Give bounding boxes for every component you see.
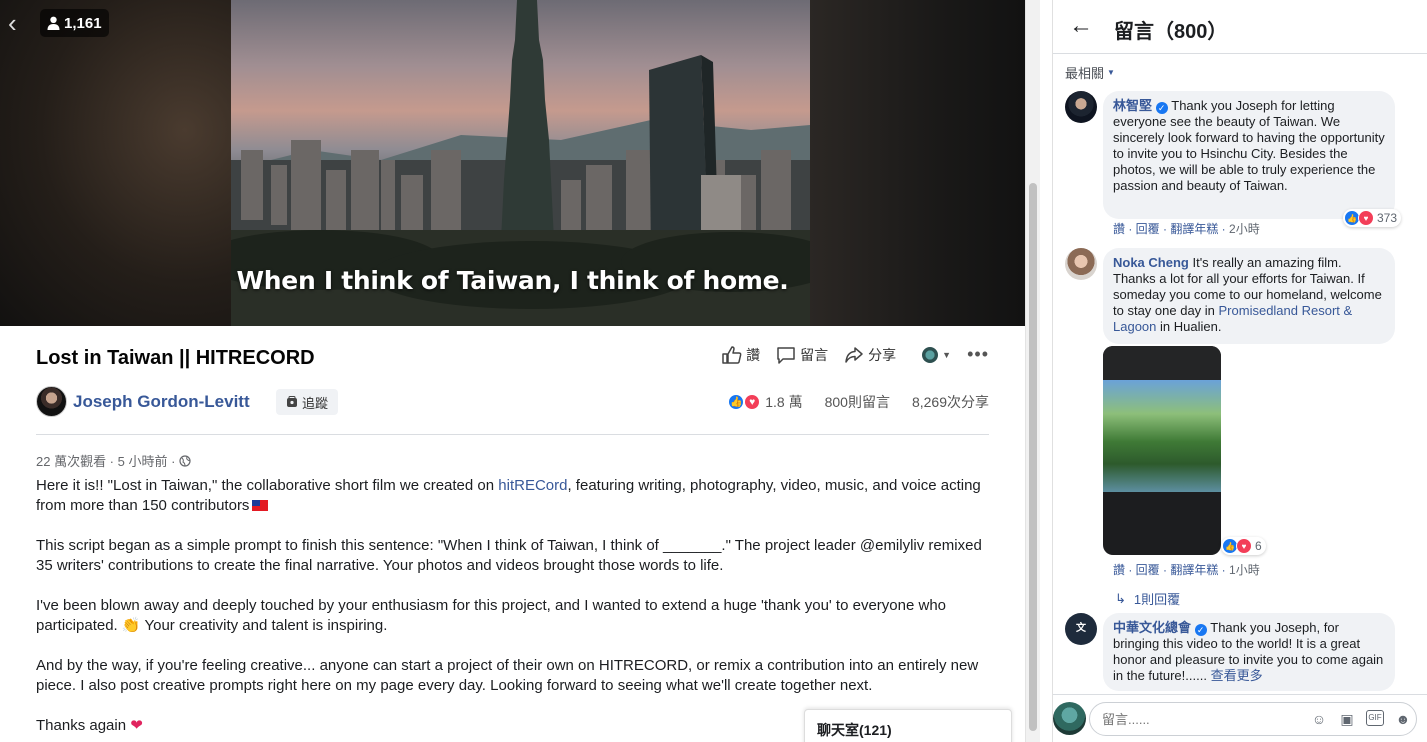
desc-p3-text-b: Your creativity and talent is inspiring. [140, 617, 388, 634]
desc-p5-text: Thanks again [36, 717, 127, 734]
share-button[interactable]: 分享 [844, 345, 896, 365]
comment-actions: 讚 · 回覆 · 翻譯年糕 · 1小時 [1113, 561, 1260, 578]
desc-p1-text-a: Here it is!! "Lost in Taiwan," the colla… [36, 477, 499, 494]
divider [36, 434, 989, 435]
hitrecord-link[interactable]: hitRECord [498, 477, 567, 494]
gif-icon[interactable]: GIF [1366, 710, 1384, 726]
current-user-avatar[interactable] [1053, 702, 1086, 735]
comment-text-b: in Hualien. [1156, 319, 1222, 334]
person-icon [47, 16, 60, 30]
live-viewer-badge: 1,161 [40, 9, 109, 37]
commenter-name[interactable]: 林智堅 [1113, 98, 1152, 113]
thumbs-up-icon [722, 345, 742, 364]
shares-count-link[interactable]: 8,269次分享 [912, 392, 989, 412]
views-meta: 22 萬次觀看 · 5 小時前 · [36, 451, 192, 470]
comment-reaction-count: 6 [1255, 539, 1262, 553]
video-caption: When I think of Taiwan, I think of home. [236, 266, 789, 295]
like-label: 讚 [746, 346, 761, 363]
clapping-hands-emoji: 👏 [121, 617, 141, 634]
video-title: Lost in Taiwan || HITRECORD [36, 347, 315, 369]
red-heart-emoji: ❤ [130, 717, 143, 734]
desc-paragraph-2: This script began as a simple prompt to … [36, 537, 982, 574]
author-name[interactable]: Joseph Gordon-Levitt [73, 392, 250, 412]
comment-reactions[interactable]: 👍 ♥ 373 [1343, 209, 1402, 227]
camera-icon[interactable]: ▣ [1338, 710, 1356, 728]
comment-sort-dropdown[interactable]: 最相關 ▼ [1065, 63, 1115, 82]
follow-icon [287, 396, 297, 407]
sort-label: 最相關 [1065, 66, 1105, 81]
follow-button[interactable]: 追蹤 [276, 389, 339, 415]
comment-bubble: Noka Cheng It's really an amazing film. … [1103, 248, 1395, 344]
comments-header: ← 留言（800） [1053, 0, 1427, 54]
post-description: Here it is!! "Lost in Taiwan," the colla… [36, 476, 996, 742]
composer-tools: ☺ ▣ GIF ☻ [1310, 710, 1412, 728]
comment-bubble-icon [777, 346, 795, 364]
scrollbar-thumb[interactable] [1029, 183, 1037, 731]
page-root: When I think of Taiwan, I think of home.… [0, 0, 1427, 742]
verified-badge-icon: ✓ [1194, 624, 1207, 636]
viewer-count: 1,161 [64, 14, 102, 32]
comment-button[interactable]: 留言 [776, 345, 828, 365]
love-reaction-icon: ♥ [1358, 210, 1374, 226]
views-and-time: 22 萬次觀看 · 5 小時前 · [36, 454, 176, 469]
more-options-icon[interactable]: ••• [967, 344, 989, 365]
globe-icon [179, 454, 192, 467]
chat-popup[interactable]: 聊天室(121) [804, 709, 1012, 742]
screenshot-photo [1103, 380, 1221, 492]
comment-actions: 讚 · 回覆 · 翻譯年糕 · 2小時 [1113, 220, 1260, 237]
commenter-avatar[interactable]: 文 [1065, 613, 1097, 645]
desc-paragraph-1: Here it is!! "Lost in Taiwan," the colla… [36, 476, 996, 516]
comments-count-link[interactable]: 800則留言 [825, 392, 890, 412]
page-selector-dropdown[interactable]: ▼ [922, 346, 952, 363]
comment-time[interactable]: 2小時 [1229, 222, 1260, 236]
commenter-avatar[interactable] [1065, 91, 1097, 123]
comment-reaction-count: 373 [1377, 211, 1398, 225]
comment-composer: ☺ ▣ GIF ☻ [1053, 694, 1427, 742]
love-reaction-icon: ♥ [1236, 538, 1252, 554]
post-stats: 👍 ♥ 1.8 萬 800則留言 8,269次分享 [727, 392, 989, 412]
reply-arrow-icon: ↳ [1115, 590, 1126, 606]
desc-paragraph-4: And by the way, if you're feeling creati… [36, 657, 979, 694]
see-more-link[interactable]: 查看更多 [1211, 668, 1263, 683]
comment-action-links[interactable]: 讚 · 回覆 · 翻譯年糕 · [1113, 563, 1226, 577]
comments-panel: ← 留言（800） 最相關 ▼ 林智堅 ✓ Thank you Joseph f… [1052, 0, 1427, 742]
author-row: Joseph Gordon-Levitt 追蹤 👍 ♥ 1.8 萬 800則留言… [36, 386, 989, 418]
view-replies-link[interactable]: ↳ 1則回覆 [1115, 589, 1180, 608]
chat-title[interactable]: 聊天室(121) [817, 720, 892, 740]
commenter-avatar[interactable] [1065, 248, 1097, 280]
comment-bubble: 中華文化總會 ✓ Thank you Joseph, for bringing … [1103, 613, 1395, 691]
back-arrow-icon[interactable]: ‹ [8, 10, 30, 37]
comment-action-links[interactable]: 讚 · 回覆 · 翻譯年糕 · [1113, 222, 1226, 236]
reactions-count: 1.8 萬 [765, 394, 803, 410]
author-avatar[interactable] [36, 386, 67, 417]
love-reaction-icon: ♥ [743, 393, 762, 411]
share-label: 分享 [868, 346, 897, 363]
emoji-icon[interactable]: ☺ [1310, 710, 1328, 728]
comments-title: 留言（800） [1114, 21, 1228, 43]
verified-badge-icon: ✓ [1155, 102, 1168, 114]
video-player[interactable]: When I think of Taiwan, I think of home.… [0, 0, 1025, 326]
caret-down-icon: ▼ [1107, 68, 1115, 77]
commenter-name[interactable]: Noka Cheng [1113, 255, 1189, 270]
post-action-bar: 讚 留言 分享 ▼ ••• [722, 344, 989, 365]
taiwan-flag-icon [252, 500, 269, 511]
comment-text: Thank you Joseph for letting everyone se… [1113, 98, 1385, 193]
comment-bubble: 林智堅 ✓ Thank you Joseph for letting every… [1103, 91, 1395, 219]
reactions-summary[interactable]: 👍 ♥ 1.8 萬 [727, 392, 803, 412]
comment-attached-image[interactable] [1103, 346, 1221, 555]
commenter-name[interactable]: 中華文化總會 [1113, 620, 1191, 635]
share-arrow-icon [845, 346, 863, 363]
sticker-icon[interactable]: ☻ [1394, 710, 1412, 728]
replies-count: 1則回覆 [1133, 592, 1181, 607]
desc-paragraph-3: I've been blown away and deeply touched … [36, 596, 996, 636]
comment-reactions[interactable]: 👍 ♥ 6 [1221, 537, 1266, 555]
chevron-down-icon: ▼ [942, 349, 952, 360]
back-arrow-icon[interactable]: ← [1069, 12, 1093, 40]
like-button[interactable]: 讚 [722, 345, 760, 365]
follow-label: 追蹤 [302, 395, 329, 411]
page-avatar-icon [922, 346, 939, 363]
comment-label: 留言 [800, 346, 829, 363]
comment-time[interactable]: 1小時 [1229, 563, 1260, 577]
